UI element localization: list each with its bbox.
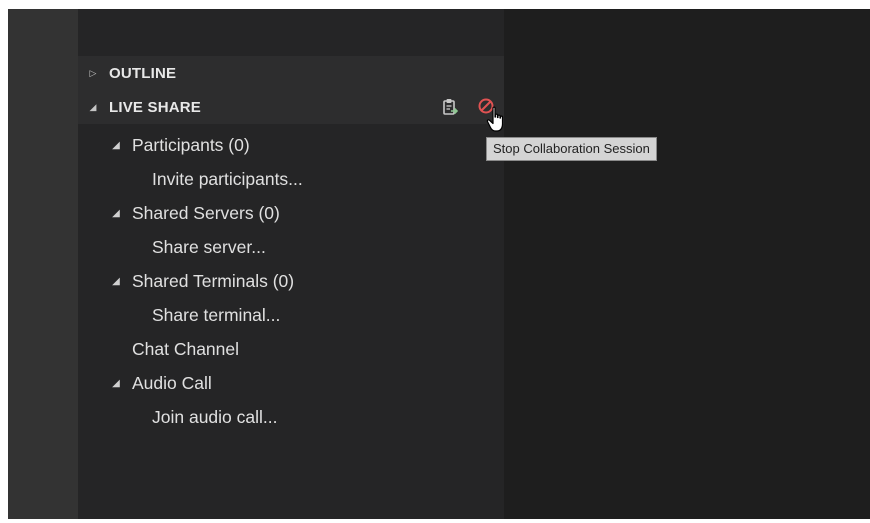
chevron-down-icon: ◢ xyxy=(89,101,97,112)
live-share-section-label: LIVE SHARE xyxy=(109,98,202,116)
tree-item-share-terminal[interactable]: Share terminal... xyxy=(78,298,504,332)
outline-section-label: OUTLINE xyxy=(109,64,177,82)
tree-item-label: Shared Servers (0) xyxy=(132,202,280,223)
chevron-down-icon: ◢ xyxy=(112,275,120,287)
tree-item-label: Chat Channel xyxy=(132,338,240,359)
live-share-tree: ◢ Participants (0) Invite participants..… xyxy=(78,124,504,434)
editor-area xyxy=(504,9,870,519)
outline-section-header[interactable]: ▷ OUTLINE xyxy=(78,56,504,90)
activity-bar xyxy=(8,9,78,519)
tree-item-participants[interactable]: ◢ Participants (0) xyxy=(78,128,504,162)
tree-item-share-server[interactable]: Share server... xyxy=(78,230,504,264)
tree-item-label: Share server... xyxy=(152,236,266,257)
tree-item-label: Audio Call xyxy=(132,372,212,393)
tree-item-shared-terminals[interactable]: ◢ Shared Terminals (0) xyxy=(78,264,504,298)
tree-item-chat-channel[interactable]: Chat Channel xyxy=(78,332,504,366)
chevron-down-icon: ◢ xyxy=(112,207,120,219)
copy-link-icon xyxy=(443,99,458,115)
chevron-right-icon: ▷ xyxy=(89,67,97,78)
sidebar: ▷ OUTLINE ◢ LIVE SHARE ◢ Participants (0… xyxy=(78,9,504,519)
live-share-section-header[interactable]: ◢ LIVE SHARE xyxy=(78,90,504,124)
chevron-down-icon: ◢ xyxy=(112,139,120,151)
tooltip: Stop Collaboration Session xyxy=(486,137,657,161)
copy-link-button[interactable] xyxy=(440,97,460,117)
tree-item-label: Join audio call... xyxy=(152,406,278,427)
tree-item-audio-call[interactable]: ◢ Audio Call xyxy=(78,366,504,400)
tree-item-label: Share terminal... xyxy=(152,304,281,325)
tree-item-label: Invite participants... xyxy=(152,168,303,189)
sidebar-top-space xyxy=(78,9,504,56)
tree-item-label: Participants (0) xyxy=(132,134,250,155)
tree-item-label: Shared Terminals (0) xyxy=(132,270,295,291)
vscode-window: ▷ OUTLINE ◢ LIVE SHARE ◢ Participants (0… xyxy=(8,9,870,519)
chevron-down-icon: ◢ xyxy=(112,377,120,389)
tree-item-invite-participants[interactable]: Invite participants... xyxy=(78,162,504,196)
hand-pointer-cursor-icon xyxy=(486,106,504,132)
tree-item-join-audio-call[interactable]: Join audio call... xyxy=(78,400,504,434)
tree-item-shared-servers[interactable]: ◢ Shared Servers (0) xyxy=(78,196,504,230)
